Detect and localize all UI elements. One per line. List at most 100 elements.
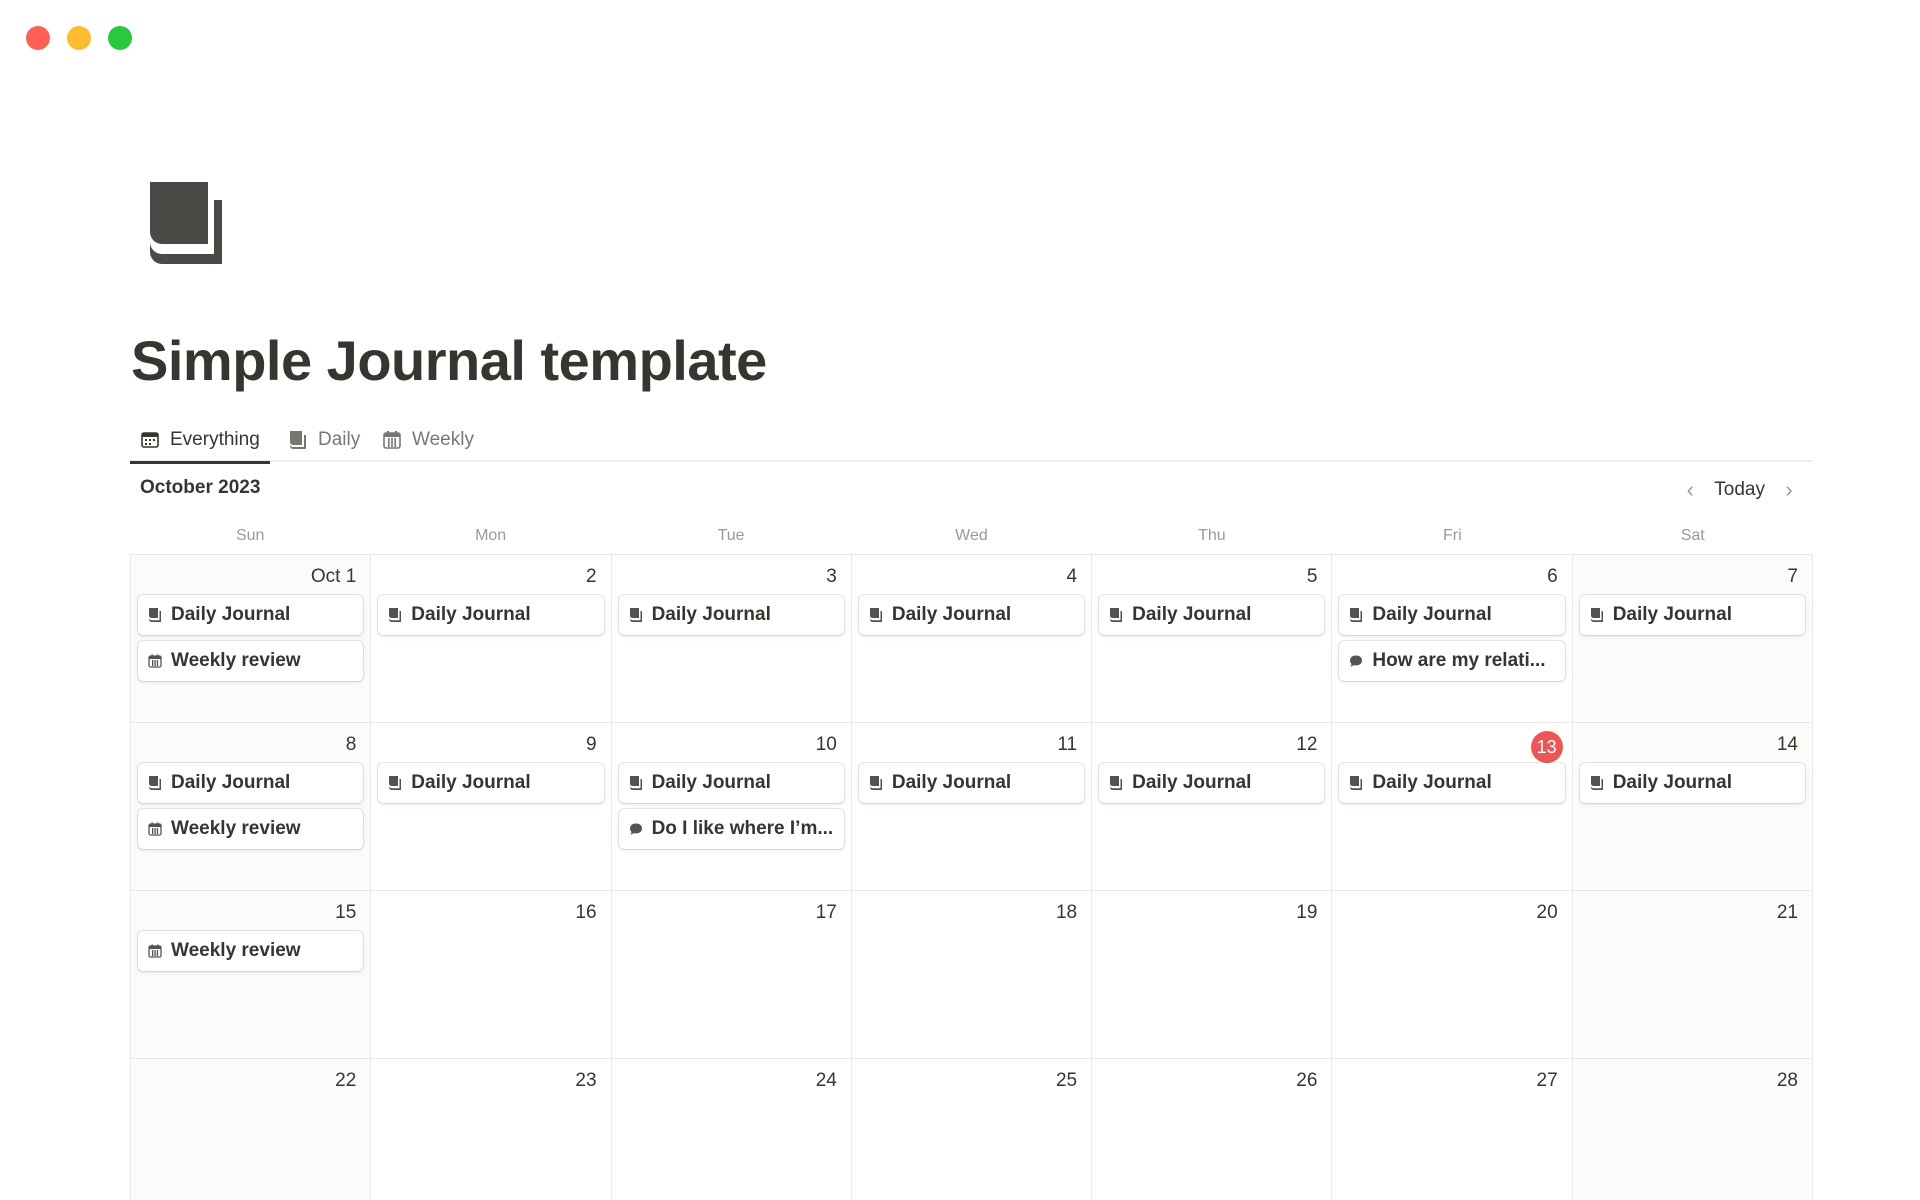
journal-book-icon xyxy=(148,608,162,622)
tab-weekly[interactable]: Weekly xyxy=(382,418,474,462)
day-number: 16 xyxy=(575,902,597,923)
calendar-day-cell[interactable]: 18 xyxy=(851,891,1093,1059)
event-label: Daily Journal xyxy=(891,772,1012,793)
calendar-event-card[interactable]: How are my relati... xyxy=(1339,641,1565,681)
calendar-day-cell[interactable]: 10 Daily Journal Do I like where I’m... xyxy=(611,723,852,891)
chevron-left-icon[interactable]: ‹ xyxy=(1680,472,1700,508)
tab-daily[interactable]: Daily xyxy=(288,418,360,462)
day-events: Daily Journal xyxy=(378,595,604,635)
event-label: Daily Journal xyxy=(1132,772,1252,793)
close-window-button[interactable] xyxy=(26,26,50,50)
journal-book-icon xyxy=(388,608,402,622)
calendar-day-cell[interactable]: 27 xyxy=(1332,1059,1573,1200)
tab-label: Everything xyxy=(170,429,260,450)
day-events: Daily Journal xyxy=(1579,595,1805,635)
chevron-right-icon[interactable]: › xyxy=(1779,472,1799,508)
event-label: Daily Journal xyxy=(651,772,771,793)
calendar-day-cell[interactable]: 5 Daily Journal xyxy=(1092,555,1333,723)
calendar-day-cell[interactable]: 4 Daily Journal xyxy=(851,555,1093,723)
event-label: Weekly review xyxy=(171,940,301,961)
tab-everything[interactable]: Everything xyxy=(130,418,270,464)
calendar-view-icon xyxy=(140,430,160,450)
day-number: 25 xyxy=(1055,1070,1078,1091)
calendar-day-cell[interactable]: 23 xyxy=(371,1059,612,1200)
calendar-day-cell[interactable]: 17 xyxy=(611,891,852,1059)
day-events: Daily Journal xyxy=(1099,763,1325,803)
calendar-event-card[interactable]: Daily Journal xyxy=(1339,595,1565,635)
day-number: 8 xyxy=(345,734,357,755)
calendar-day-cell[interactable]: 26 xyxy=(1092,1059,1333,1200)
calendar-day-cell[interactable]: 21 xyxy=(1572,891,1813,1059)
journal-book-icon[interactable] xyxy=(148,182,224,264)
weekday-header-row: Sun Mon Tue Wed Thu Fri Sat xyxy=(130,518,1813,554)
calendar-day-cell[interactable]: 15 Weekly review xyxy=(131,891,372,1059)
window-controls xyxy=(26,26,132,50)
weekday-label: Mon xyxy=(475,527,507,544)
tab-label: Daily xyxy=(318,429,361,450)
day-number: 12 xyxy=(1296,734,1318,755)
calendar-day-cell[interactable]: 19 xyxy=(1092,891,1333,1059)
event-label: Daily Journal xyxy=(411,604,531,625)
calendar-day-cell[interactable]: 11 Daily Journal xyxy=(851,723,1093,891)
calendar-day-cell[interactable]: 13 Daily Journal xyxy=(1332,723,1573,891)
calendar-event-card[interactable]: Weekly review xyxy=(138,931,364,971)
calendar-event-card[interactable]: Daily Journal xyxy=(1579,763,1805,803)
calendar-grid-icon xyxy=(382,430,402,450)
journal-book-icon xyxy=(148,776,162,790)
calendar-day-cell[interactable]: 24 xyxy=(612,1059,852,1200)
calendar-day-cell[interactable]: 12 Daily Journal xyxy=(1092,723,1333,891)
calendar-day-cell[interactable]: 8 Daily Journal Weekly review xyxy=(131,723,372,891)
journal-book-icon xyxy=(1349,776,1363,790)
day-number: 10 xyxy=(815,734,837,755)
journal-book-icon xyxy=(1349,608,1363,622)
calendar-event-card[interactable]: Daily Journal xyxy=(378,595,604,635)
journal-book-icon xyxy=(629,776,643,790)
day-number: 15 xyxy=(335,902,357,923)
today-date-badge: 13 xyxy=(1530,731,1563,763)
calendar-event-card[interactable]: Daily Journal xyxy=(138,595,364,635)
weekday-label: Wed xyxy=(955,527,988,544)
day-events: Daily Journal xyxy=(858,595,1085,635)
calendar-event-card[interactable]: Daily Journal xyxy=(858,763,1085,803)
page-title: Simple Journal template xyxy=(131,329,767,392)
calendar-day-cell[interactable]: Oct 1 Daily Journal Weekly review xyxy=(131,555,372,723)
calendar-day-cell[interactable]: 7 Daily Journal xyxy=(1572,555,1813,723)
calendar-day-cell[interactable]: 28 xyxy=(1572,1059,1813,1200)
today-button[interactable]: Today xyxy=(1714,479,1765,501)
calendar-event-card[interactable]: Daily Journal xyxy=(138,763,364,803)
calendar-event-card[interactable]: Daily Journal xyxy=(1099,595,1325,635)
calendar-event-card[interactable]: Do I like where I’m... xyxy=(618,809,844,849)
calendar-day-cell[interactable]: 16 xyxy=(371,891,612,1059)
calendar-day-cell[interactable]: 6 Daily Journal How are my relati... xyxy=(1332,555,1573,723)
day-number: 22 xyxy=(335,1070,357,1091)
calendar-event-card[interactable]: Daily Journal xyxy=(1339,763,1565,803)
calendar-day-cell[interactable]: 14 Daily Journal xyxy=(1572,723,1813,891)
calendar-day-cell[interactable]: 3 Daily Journal xyxy=(611,555,852,723)
calendar-day-cell[interactable]: 9 Daily Journal xyxy=(371,723,612,891)
calendar-event-card[interactable]: Daily Journal xyxy=(1099,763,1325,803)
event-label: Do I like where I’m... xyxy=(651,818,834,839)
weekday-label: Sat xyxy=(1680,527,1705,544)
calendar-day-cell[interactable]: 2 Daily Journal xyxy=(371,555,612,723)
calendar-event-card[interactable]: Weekly review xyxy=(138,641,364,681)
minimize-window-button[interactable] xyxy=(67,26,91,50)
calendar-day-cell[interactable]: 22 xyxy=(131,1059,372,1200)
view-tabs: Everything Daily Weekly xyxy=(130,418,1813,464)
day-events: Daily Journal Weekly review xyxy=(138,595,364,681)
calendar-event-card[interactable]: Daily Journal xyxy=(618,763,844,803)
event-label: Daily Journal xyxy=(651,604,771,625)
calendar-week-row: 15 Weekly review 16 17 18 19 20 21 xyxy=(131,891,1813,1059)
calendar-event-card[interactable]: Daily Journal xyxy=(378,763,604,803)
calendar-event-card[interactable]: Daily Journal xyxy=(1579,595,1805,635)
day-number: 23 xyxy=(575,1070,597,1091)
calendar-day-cell[interactable]: 20 xyxy=(1332,891,1573,1059)
calendar-navigation: ‹ Today › xyxy=(1680,472,1799,508)
calendar-event-card[interactable]: Weekly review xyxy=(138,809,364,849)
calendar-day-cell[interactable]: 25 xyxy=(852,1059,1093,1200)
calendar-event-card[interactable]: Daily Journal xyxy=(618,595,844,635)
weekday-label: Thu xyxy=(1198,527,1226,544)
day-number: 7 xyxy=(1787,566,1798,587)
calendar-event-card[interactable]: Daily Journal xyxy=(858,595,1085,635)
maximize-window-button[interactable] xyxy=(108,26,132,50)
event-label: Weekly review xyxy=(171,818,301,839)
